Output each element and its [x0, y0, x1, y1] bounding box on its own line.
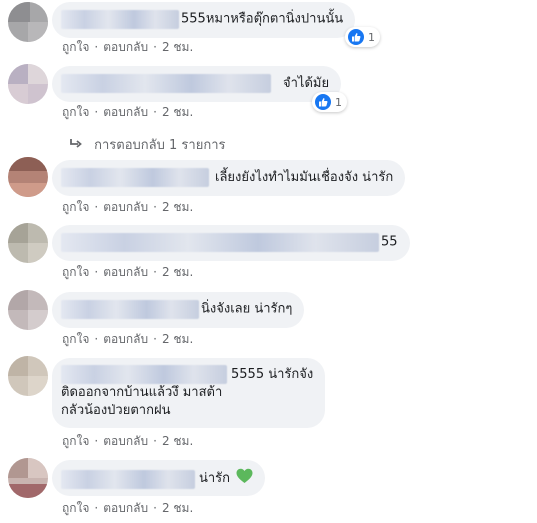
author-name-blurred[interactable] [61, 10, 179, 29]
author-name-blurred[interactable] [61, 168, 209, 187]
green-heart-icon [236, 468, 253, 490]
avatar[interactable] [8, 157, 48, 197]
avatar[interactable] [8, 290, 48, 330]
separator-dot: · [153, 200, 157, 214]
comment-actions: ถูกใจ · ตอบกลับ · 2 ชม. [62, 198, 193, 217]
timestamp[interactable]: 2 ชม. [162, 332, 193, 346]
comment-text: 55 [381, 234, 398, 250]
comment-actions: ถูกใจ · ตอบกลับ · 2 ชม. [62, 38, 193, 57]
timestamp[interactable]: 2 ชม. [162, 501, 193, 515]
separator-dot: · [153, 105, 157, 119]
comment-text-line-3: กลัวน้องป่วยตากฝน [61, 403, 171, 418]
like-icon [315, 94, 331, 110]
comment-bubble: 5555 น่ารักจัง ติดออกจากบ้านแล้วงึ มาสต้… [52, 358, 326, 428]
separator-dot: · [153, 332, 157, 346]
like-link[interactable]: ถูกใจ [62, 200, 89, 214]
timestamp[interactable]: 2 ชม. [162, 265, 193, 279]
like-link[interactable]: ถูกใจ [62, 501, 89, 515]
like-link[interactable]: ถูกใจ [62, 265, 89, 279]
avatar[interactable] [8, 458, 48, 498]
separator-dot: · [94, 332, 99, 346]
comment-text: 5555 น่ารักจัง [231, 366, 314, 382]
reaction-badge[interactable]: 1 [312, 92, 347, 112]
view-replies-label: การตอบกลับ 1 รายการ [94, 138, 226, 153]
author-name-blurred[interactable] [61, 365, 227, 384]
comment-bubble: จำได้มัย [52, 66, 342, 102]
like-icon [348, 29, 364, 45]
reaction-count: 1 [335, 95, 342, 109]
comment-actions: ถูกใจ · ตอบกลับ · 2 ชม. [62, 432, 193, 451]
reply-link[interactable]: ตอบกลับ [103, 501, 148, 515]
avatar[interactable] [8, 2, 48, 42]
like-link[interactable]: ถูกใจ [62, 332, 89, 346]
reply-link[interactable]: ตอบกลับ [103, 200, 148, 214]
timestamp[interactable]: 2 ชม. [162, 105, 193, 119]
like-link[interactable]: ถูกใจ [62, 434, 89, 448]
comment-bubble: นิ่งจังเลย น่ารักๆ [52, 292, 305, 328]
comment-bubble: 555หมาหรือตุ๊กตานิ่งปานนั้น [52, 2, 356, 38]
avatar[interactable] [8, 356, 48, 396]
like-link[interactable]: ถูกใจ [62, 40, 89, 54]
separator-dot: · [94, 105, 99, 119]
comment-actions: ถูกใจ · ตอบกลับ · 2 ชม. [62, 103, 193, 122]
reply-link[interactable]: ตอบกลับ [103, 105, 148, 119]
timestamp[interactable]: 2 ชม. [162, 40, 193, 54]
comment-actions: ถูกใจ · ตอบกลับ · 2 ชม. [62, 263, 193, 282]
comment-text: นิ่งจังเลย น่ารักๆ [201, 301, 293, 317]
comment-actions: ถูกใจ · ตอบกลับ · 2 ชม. [62, 330, 193, 349]
comment-text: เลี้ยงยังไงทำไมมันเชื่องจัง น่ารัก [215, 169, 394, 185]
reaction-badge[interactable]: 1 [345, 27, 380, 47]
avatar[interactable] [8, 223, 48, 263]
reply-link[interactable]: ตอบกลับ [103, 434, 148, 448]
reply-link[interactable]: ตอบกลับ [103, 332, 148, 346]
separator-dot: · [153, 40, 157, 54]
comment-text: 555หมาหรือตุ๊กตานิ่งปานนั้น [181, 11, 344, 27]
separator-dot: · [94, 40, 99, 54]
author-name-blurred[interactable] [61, 469, 195, 489]
comment-bubble: 55 [52, 225, 410, 261]
separator-dot: · [153, 501, 157, 515]
comment-bubble: เลี้ยงยังไงทำไมมันเชื่องจัง น่ารัก [52, 160, 406, 196]
view-replies-link[interactable]: การตอบกลับ 1 รายการ [70, 134, 225, 155]
timestamp[interactable]: 2 ชม. [162, 200, 193, 214]
reaction-count: 1 [368, 30, 375, 44]
comment-text: น่ารัก [199, 471, 231, 486]
separator-dot: · [94, 200, 99, 214]
comment-actions: ถูกใจ · ตอบกลับ · 2 ชม. [62, 499, 193, 518]
author-name-blurred[interactable] [61, 233, 379, 252]
comment-text-line-2: ติดออกจากบ้านแล้วงึ มาสต้า [61, 385, 223, 400]
author-name-blurred[interactable] [61, 300, 199, 319]
separator-dot: · [153, 265, 157, 279]
comment-text: จำได้มัย [283, 75, 330, 91]
timestamp[interactable]: 2 ชม. [162, 434, 193, 448]
separator-dot: · [94, 434, 99, 448]
separator-dot: · [94, 265, 99, 279]
reply-link[interactable]: ตอบกลับ [103, 40, 148, 54]
comment-bubble: น่ารัก [52, 460, 266, 496]
author-name-blurred[interactable] [61, 74, 271, 93]
avatar[interactable] [8, 64, 48, 104]
like-link[interactable]: ถูกใจ [62, 105, 89, 119]
separator-dot: · [153, 434, 157, 448]
reply-link[interactable]: ตอบกลับ [103, 265, 148, 279]
separator-dot: · [94, 501, 99, 515]
reply-arrow-icon [70, 138, 86, 153]
